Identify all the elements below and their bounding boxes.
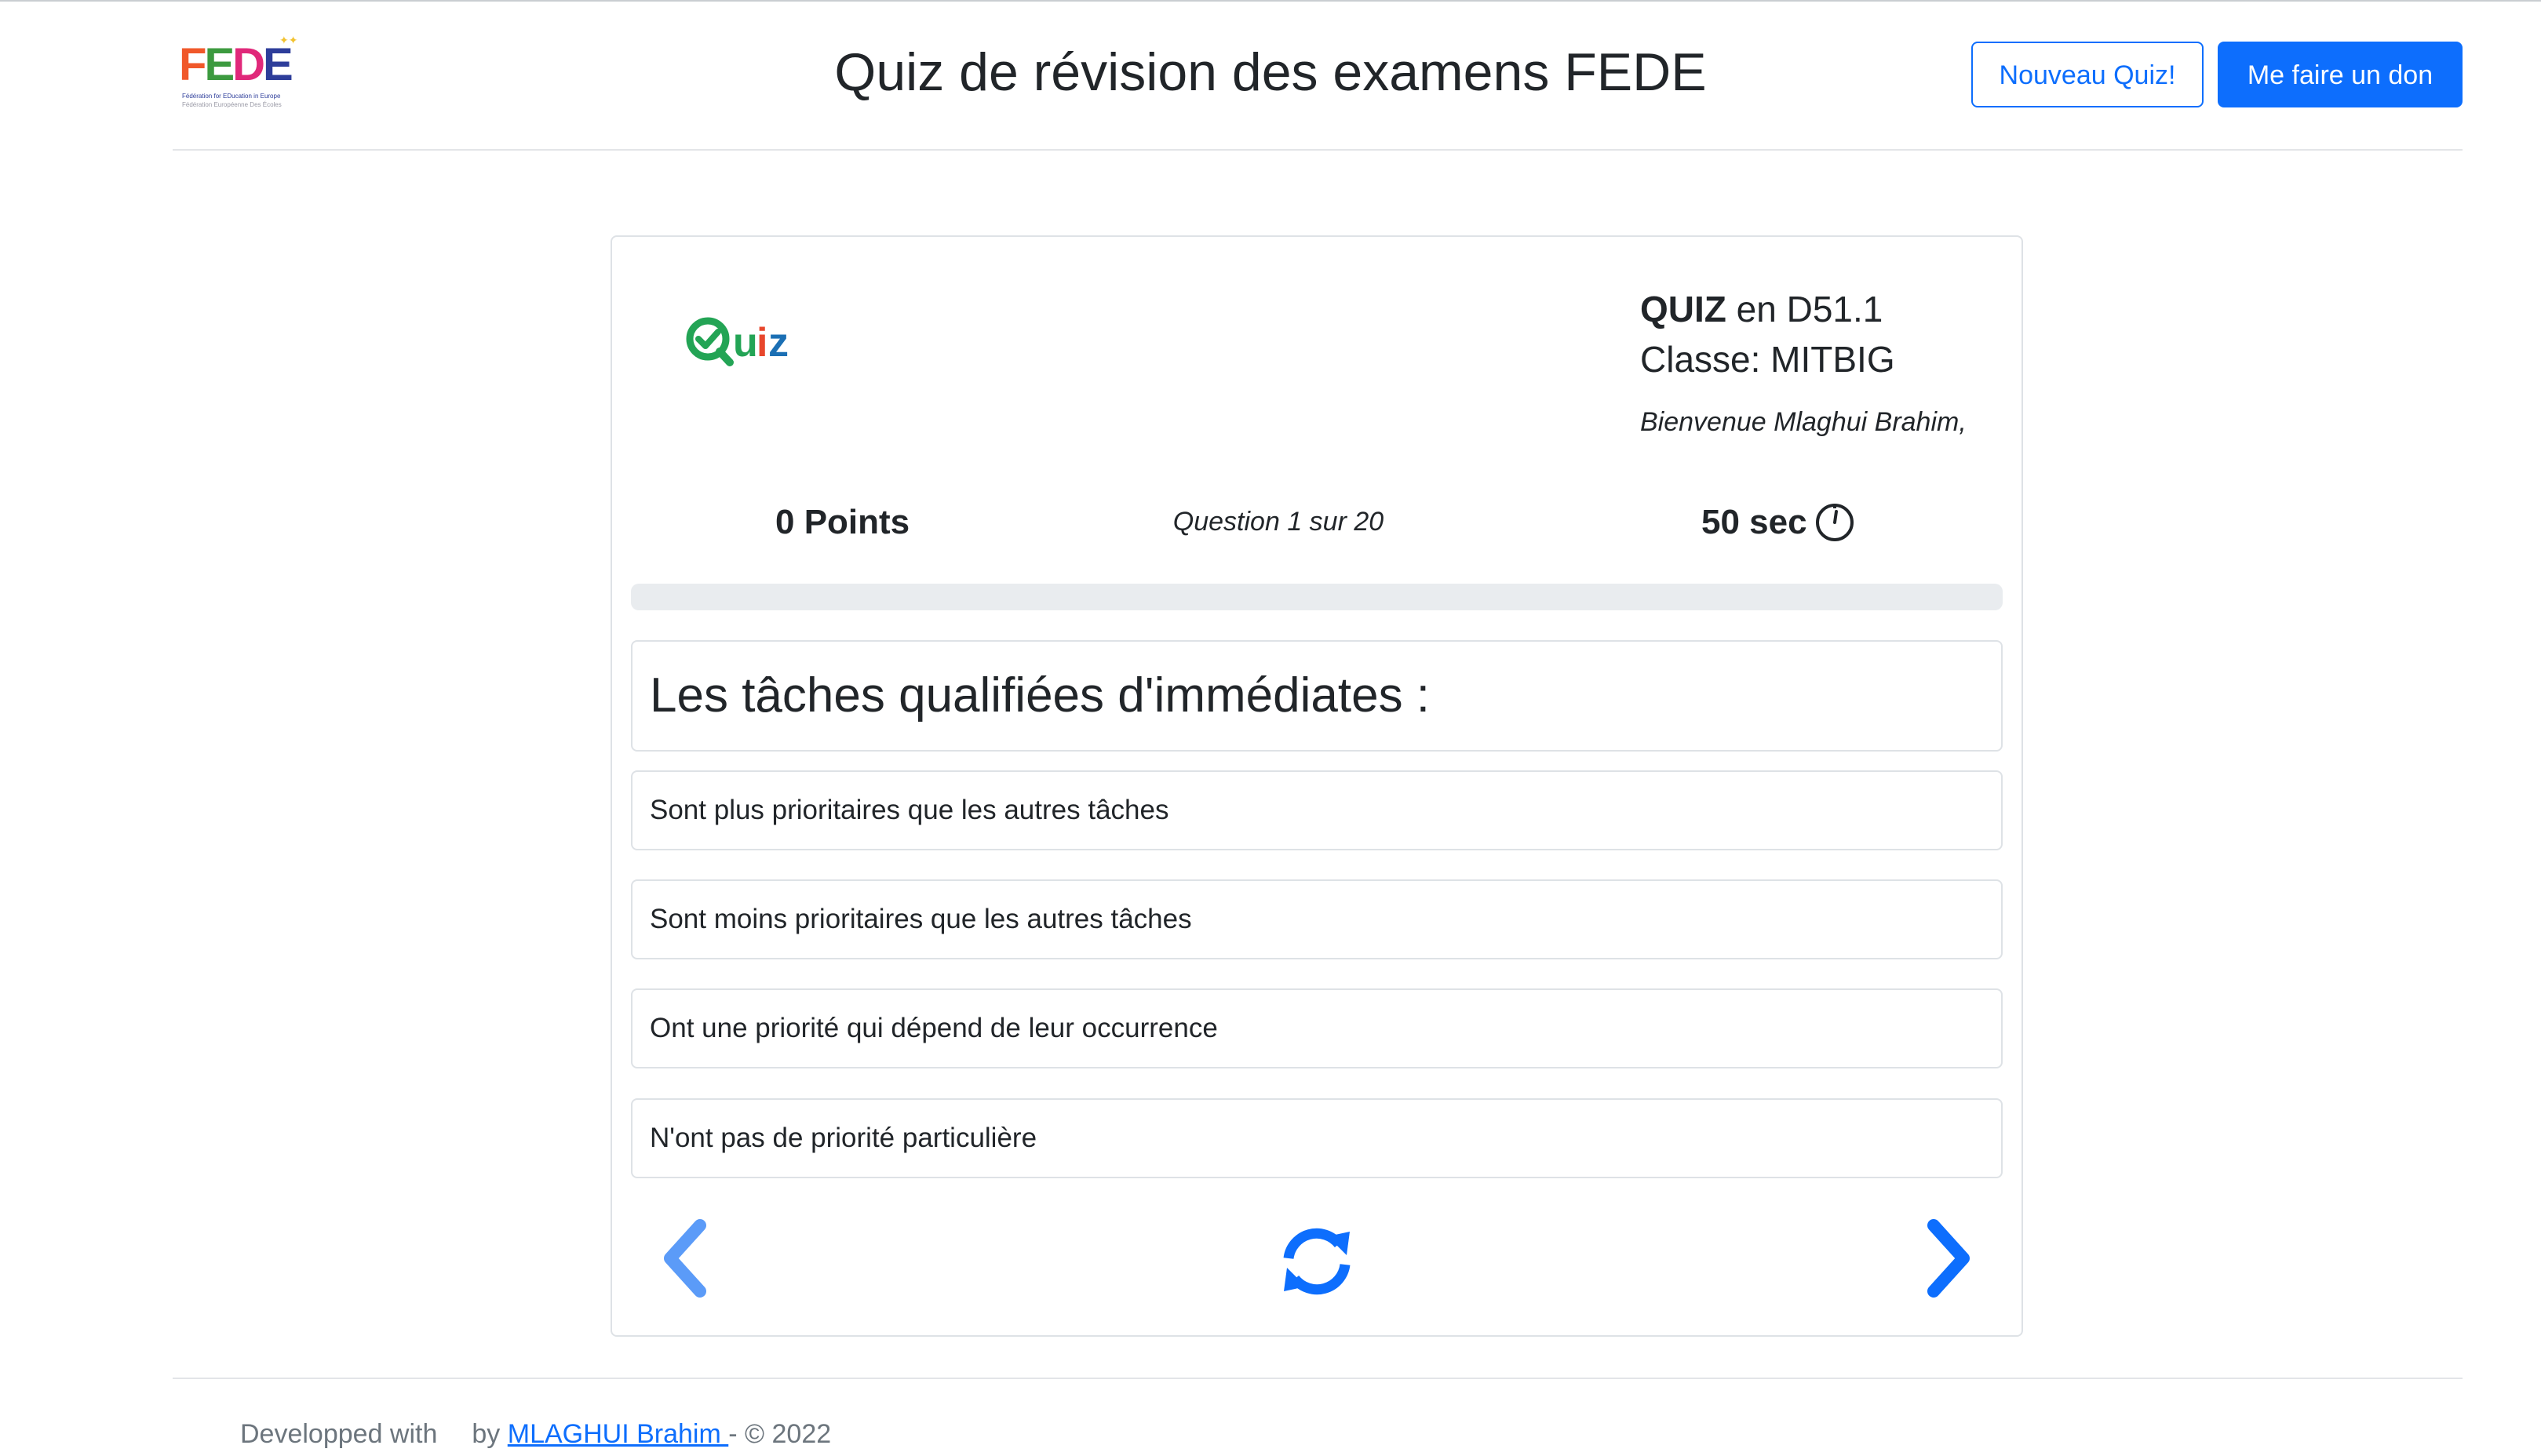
footer-prefix: Developped with bbox=[240, 1419, 438, 1449]
quiz-subject: QUIZ en D51.1 bbox=[1640, 289, 1883, 329]
quiz-logo-image: u i z bbox=[686, 317, 789, 366]
answer-option-3[interactable]: Ont une priorité qui dépend de leur occu… bbox=[631, 988, 2003, 1068]
answer-option-1[interactable]: Sont plus prioritaires que les autres tâ… bbox=[631, 770, 2003, 850]
chevron-left-icon[interactable] bbox=[658, 1218, 713, 1299]
footer: Developped with by MLAGHUI Brahim - © 202… bbox=[240, 1415, 831, 1453]
question-text: Les tâches qualifiées d'immédiates : bbox=[631, 640, 2003, 752]
welcome-text: Bienvenue Mlaghui Brahim, bbox=[1640, 407, 1967, 437]
question-counter: Question 1 sur 20 bbox=[1172, 507, 1384, 537]
stopwatch-icon bbox=[1816, 504, 1854, 541]
quiz-progress-bar bbox=[631, 584, 2003, 610]
window-top-border bbox=[0, 0, 2541, 2]
footer-copyright: - © 2022 bbox=[728, 1419, 832, 1449]
author-link[interactable]: MLAGHUI Brahim bbox=[508, 1419, 729, 1449]
footer-divider bbox=[173, 1378, 2463, 1379]
donate-button[interactable]: Me faire un don bbox=[2218, 42, 2463, 107]
answer-option-2[interactable]: Sont moins prioritaires que les autres t… bbox=[631, 879, 2003, 959]
header-divider bbox=[173, 149, 2463, 151]
svg-text:u: u bbox=[733, 320, 758, 366]
answer-option-4[interactable]: N'ont pas de priorité particulière bbox=[631, 1098, 2003, 1178]
svg-text:i: i bbox=[756, 320, 767, 366]
quiz-info: QUIZ en D51.1 Classe: MITBIG bbox=[1640, 284, 1895, 384]
chevron-right-icon[interactable] bbox=[1921, 1218, 1976, 1299]
svg-text:z: z bbox=[768, 320, 789, 366]
quiz-class: Classe: MITBIG bbox=[1640, 339, 1895, 380]
timer-text: 50 sec bbox=[1701, 503, 1807, 541]
refresh-icon[interactable] bbox=[1278, 1222, 1356, 1301]
footer-by: by bbox=[472, 1419, 508, 1449]
new-quiz-button[interactable]: Nouveau Quiz! bbox=[1971, 42, 2204, 107]
